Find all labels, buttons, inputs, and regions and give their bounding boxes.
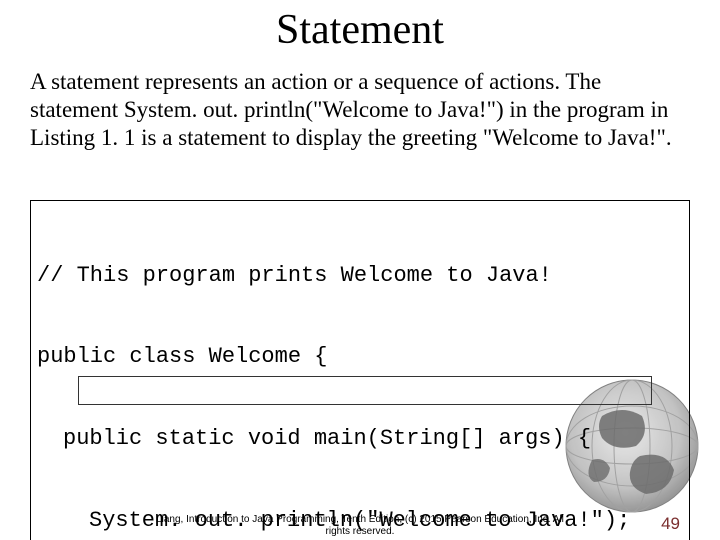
code-line-4: System. out. println("Welcome to Java!")… [37, 507, 681, 534]
slide-title: Statement [30, 6, 690, 54]
body-paragraph: A statement represents an action or a se… [30, 68, 690, 152]
code-listing: // This program prints Welcome to Java! … [30, 200, 690, 540]
slide: Statement A statement represents an acti… [0, 6, 720, 540]
code-line-1: // This program prints Welcome to Java! [37, 262, 681, 289]
code-line-3: public static void main(String[] args) { [37, 425, 681, 452]
code-line-2: public class Welcome { [37, 343, 681, 370]
